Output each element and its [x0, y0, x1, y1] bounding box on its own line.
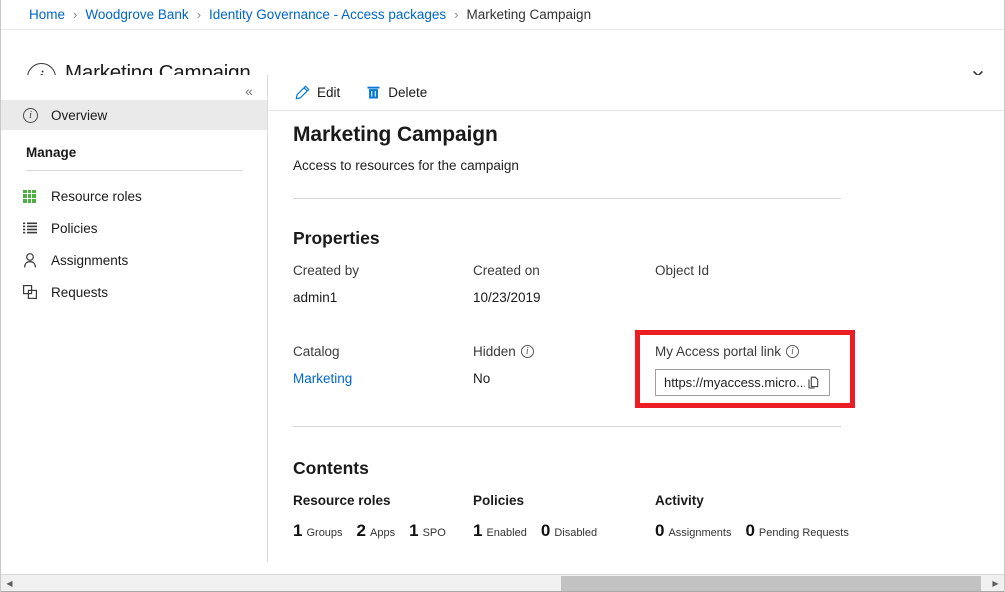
scroll-right-arrow-icon[interactable]: ▶: [987, 575, 1004, 592]
stat-label: SPO: [423, 527, 446, 539]
stat-number: 1: [473, 521, 482, 541]
stat-group-activity: Activity 0 Assignments 0 Pending Request…: [655, 493, 849, 541]
stat-number: 0: [541, 521, 550, 541]
copy-icon[interactable]: [805, 374, 823, 392]
stat-label: Groups: [306, 527, 342, 539]
sidebar-item-label: Resource roles: [51, 189, 142, 204]
delete-button[interactable]: Delete: [364, 78, 437, 108]
main-content: Edit Delete Marketing Campaign Access to…: [269, 75, 1004, 562]
edit-button[interactable]: Edit: [293, 78, 350, 108]
sidebar-overview-section: i Overview: [1, 100, 267, 130]
list-icon: [23, 222, 45, 235]
breadcrumb-item-home[interactable]: Home: [29, 7, 65, 22]
property-value: 10/23/2019: [473, 290, 541, 305]
property-label: Created on: [473, 263, 541, 278]
contents-heading: Contents: [293, 458, 369, 479]
stat-number: 1: [293, 521, 302, 541]
stat-number: 0: [745, 521, 754, 541]
stat-line: 0 Assignments 0 Pending Requests: [655, 521, 849, 541]
stat-label: Assignments: [668, 527, 731, 539]
stat-group-resource-roles: Resource roles 1 Groups 2 Apps 1 SPO: [293, 493, 446, 541]
property-object-id: Object Id: [655, 263, 709, 290]
edit-label: Edit: [317, 85, 340, 100]
portal-link-value: https://myaccess.micro...: [664, 375, 805, 390]
property-hidden: Hidden i No: [473, 344, 534, 386]
property-label: Created by: [293, 263, 359, 278]
sidebar-group-title: Manage: [26, 145, 76, 160]
breadcrumb-separator: ›: [197, 7, 201, 22]
property-value: No: [473, 371, 534, 386]
info-icon[interactable]: i: [786, 345, 799, 358]
breadcrumb-item-identity-governance[interactable]: Identity Governance - Access packages: [209, 7, 446, 22]
property-created-by: Created by admin1: [293, 263, 359, 305]
sidebar-item-label: Policies: [51, 221, 98, 236]
sidebar-item-overview[interactable]: i Overview: [1, 100, 267, 130]
breadcrumb-separator: ›: [454, 7, 458, 22]
scrollbar-thumb[interactable]: [561, 576, 981, 591]
property-label: My Access portal link i: [655, 344, 830, 359]
stat-label: Disabled: [554, 527, 597, 539]
content-title: Marketing Campaign: [293, 123, 498, 147]
grid-icon: [23, 190, 45, 203]
sidebar-manage-items: Resource roles Policies: [1, 180, 267, 308]
properties-row-2: Catalog Marketing Hidden i No My Access …: [293, 344, 873, 425]
sidebar-item-label: Requests: [51, 285, 108, 300]
blade-header: i Marketing Campaign Access package - PR…: [1, 30, 1004, 76]
sidebar-item-assignments[interactable]: Assignments: [1, 244, 267, 276]
sidebar-item-resource-roles[interactable]: Resource roles: [1, 180, 267, 212]
properties-heading: Properties: [293, 228, 380, 249]
property-label: Catalog: [293, 344, 352, 359]
stat-group-title: Resource roles: [293, 493, 446, 508]
command-bar: Edit Delete: [269, 75, 1004, 111]
properties-row-1: Created by admin1 Created on 10/23/2019 …: [293, 263, 873, 344]
breadcrumb: Home › Woodgrove Bank › Identity Governa…: [1, 0, 1004, 30]
sidebar-item-label: Overview: [51, 108, 107, 123]
hidden-label-text: Hidden: [473, 344, 516, 359]
sidebar-item-requests[interactable]: Requests: [1, 276, 267, 308]
sidebar-item-policies[interactable]: Policies: [1, 212, 267, 244]
breadcrumb-item-woodgrove-bank[interactable]: Woodgrove Bank: [85, 7, 188, 22]
breadcrumb-item-current: Marketing Campaign: [467, 7, 592, 22]
section-divider: [293, 426, 841, 427]
breadcrumb-separator: ›: [73, 7, 77, 22]
property-portal-link: My Access portal link i https://myaccess…: [655, 344, 830, 396]
stat-line: 1 Enabled 0 Disabled: [473, 521, 597, 541]
content-description: Access to resources for the campaign: [293, 158, 519, 173]
stat-group-policies: Policies 1 Enabled 0 Disabled: [473, 493, 597, 541]
delete-label: Delete: [388, 85, 427, 100]
info-circle-icon: i: [23, 108, 45, 123]
azure-portal-blade: Home › Woodgrove Bank › Identity Governa…: [0, 0, 1005, 592]
portal-link-field[interactable]: https://myaccess.micro...: [655, 369, 830, 396]
copy-windows-icon: [23, 285, 45, 299]
sidebar-item-label: Assignments: [51, 253, 128, 268]
property-label: Object Id: [655, 263, 709, 278]
property-created-on: Created on 10/23/2019: [473, 263, 541, 305]
stat-number: 1: [409, 521, 418, 541]
stat-number: 0: [655, 521, 664, 541]
stat-line: 1 Groups 2 Apps 1 SPO: [293, 521, 446, 541]
property-value: admin1: [293, 290, 359, 305]
portal-link-label-text: My Access portal link: [655, 344, 781, 359]
stat-number: 2: [357, 521, 366, 541]
person-icon: [23, 253, 45, 268]
sidebar: « i Overview Manage Resource roles: [1, 75, 268, 562]
scroll-left-arrow-icon[interactable]: ◀: [1, 575, 18, 592]
property-catalog: Catalog Marketing: [293, 344, 352, 386]
stat-group-title: Policies: [473, 493, 597, 508]
properties-grid: Created by admin1 Created on 10/23/2019 …: [293, 263, 873, 425]
pencil-icon: [295, 85, 310, 100]
info-icon[interactable]: i: [521, 345, 534, 358]
section-divider: [293, 198, 841, 199]
horizontal-scrollbar[interactable]: ◀ ▶: [1, 574, 1004, 592]
catalog-link[interactable]: Marketing: [293, 371, 352, 386]
trash-icon: [366, 85, 381, 100]
stat-label: Enabled: [486, 527, 526, 539]
sidebar-divider: [26, 170, 243, 171]
stat-label: Apps: [370, 527, 395, 539]
stat-group-title: Activity: [655, 493, 849, 508]
stat-label: Pending Requests: [759, 527, 849, 539]
property-label: Hidden i: [473, 344, 534, 359]
